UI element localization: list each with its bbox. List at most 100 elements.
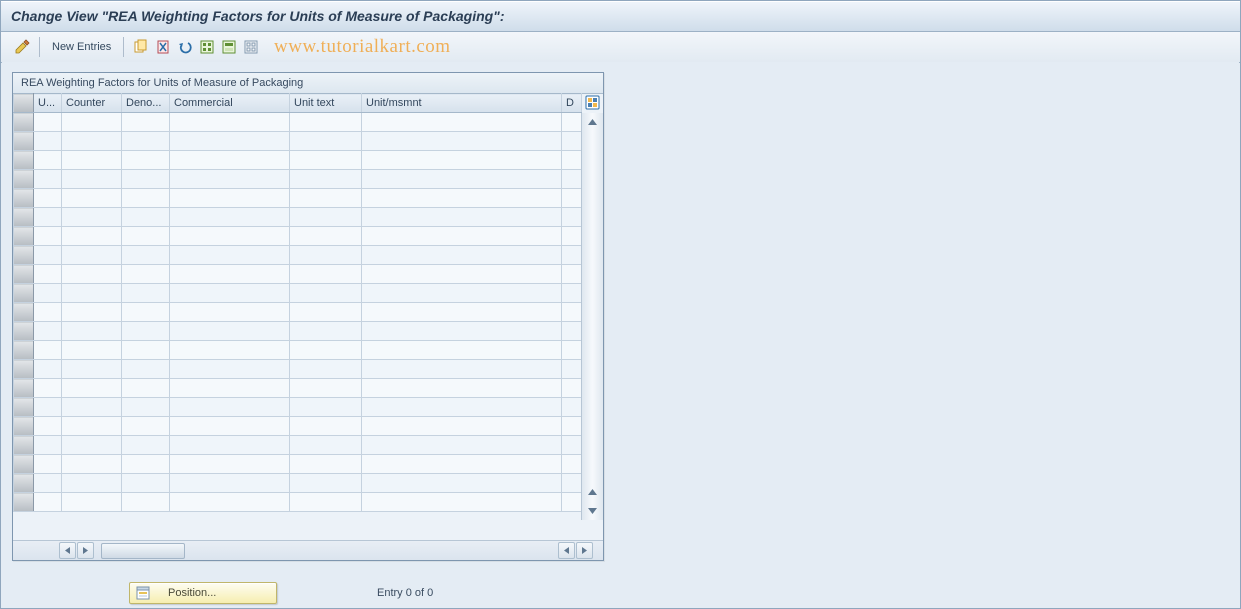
table-row[interactable] [14,341,582,360]
cell[interactable] [122,474,170,493]
table-row[interactable] [14,379,582,398]
row-selector[interactable] [14,360,34,379]
cell[interactable] [362,379,562,398]
cell[interactable] [562,284,582,303]
cell[interactable] [62,474,122,493]
cell[interactable] [62,227,122,246]
col-header-u[interactable]: U... [34,94,62,113]
cell[interactable] [562,170,582,189]
change-icon[interactable] [12,37,32,57]
cell[interactable] [62,379,122,398]
cell[interactable] [34,436,62,455]
cell[interactable] [122,493,170,512]
cell[interactable] [290,322,362,341]
cell[interactable] [34,208,62,227]
cell[interactable] [170,189,290,208]
cell[interactable] [562,341,582,360]
col-header-unit-text[interactable]: Unit text [290,94,362,113]
table-row[interactable] [14,227,582,246]
cell[interactable] [362,246,562,265]
cell[interactable] [562,398,582,417]
cell[interactable] [362,436,562,455]
cell[interactable] [362,189,562,208]
cell[interactable] [122,132,170,151]
cell[interactable] [170,474,290,493]
cell[interactable] [362,303,562,322]
table-row[interactable] [14,398,582,417]
table-row[interactable] [14,360,582,379]
col-header-d[interactable]: D [562,94,582,113]
cell[interactable] [170,113,290,132]
row-selector[interactable] [14,455,34,474]
table-row[interactable] [14,455,582,474]
cell[interactable] [362,208,562,227]
cell[interactable] [62,246,122,265]
scroll-left2-icon[interactable] [558,542,575,559]
cell[interactable] [170,170,290,189]
col-header-deno[interactable]: Deno... [122,94,170,113]
cell[interactable] [562,132,582,151]
row-selector[interactable] [14,398,34,417]
cell[interactable] [290,189,362,208]
cell[interactable] [122,113,170,132]
cell[interactable] [562,246,582,265]
cell[interactable] [34,455,62,474]
cell[interactable] [34,151,62,170]
cell[interactable] [34,379,62,398]
table-row[interactable] [14,493,582,512]
cell[interactable] [362,284,562,303]
cell[interactable] [170,246,290,265]
cell[interactable] [562,474,582,493]
table-row[interactable] [14,303,582,322]
undo-icon[interactable] [175,37,195,57]
table-settings-icon[interactable] [584,94,601,111]
row-selector[interactable] [14,170,34,189]
cell[interactable] [362,132,562,151]
select-all-icon[interactable] [197,37,217,57]
cell[interactable] [122,303,170,322]
scroll-up-icon[interactable] [584,114,601,131]
row-selector[interactable] [14,322,34,341]
scroll-right2-icon[interactable] [576,542,593,559]
scroll-left-icon[interactable] [59,542,76,559]
cell[interactable] [62,208,122,227]
cell[interactable] [290,474,362,493]
cell[interactable] [34,474,62,493]
cell[interactable] [122,170,170,189]
row-selector[interactable] [14,208,34,227]
cell[interactable] [362,170,562,189]
row-selector[interactable] [14,246,34,265]
cell[interactable] [290,360,362,379]
cell[interactable] [170,322,290,341]
row-selector[interactable] [14,151,34,170]
cell[interactable] [170,265,290,284]
row-selector[interactable] [14,189,34,208]
cell[interactable] [290,265,362,284]
cell[interactable] [122,341,170,360]
cell[interactable] [34,284,62,303]
cell[interactable] [562,208,582,227]
cell[interactable] [62,360,122,379]
cell[interactable] [290,227,362,246]
cell[interactable] [362,493,562,512]
cell[interactable] [290,341,362,360]
row-selector[interactable] [14,113,34,132]
cell[interactable] [362,227,562,246]
table-row[interactable] [14,189,582,208]
cell[interactable] [170,284,290,303]
cell[interactable] [562,227,582,246]
col-header-commercial[interactable]: Commercial [170,94,290,113]
cell[interactable] [562,189,582,208]
cell[interactable] [34,417,62,436]
cell[interactable] [122,151,170,170]
row-selector[interactable] [14,132,34,151]
cell[interactable] [290,303,362,322]
cell[interactable] [170,379,290,398]
cell[interactable] [34,132,62,151]
new-entries-button[interactable]: New Entries [46,38,117,56]
cell[interactable] [62,493,122,512]
cell[interactable] [170,398,290,417]
cell[interactable] [290,113,362,132]
cell[interactable] [362,151,562,170]
cell[interactable] [122,455,170,474]
